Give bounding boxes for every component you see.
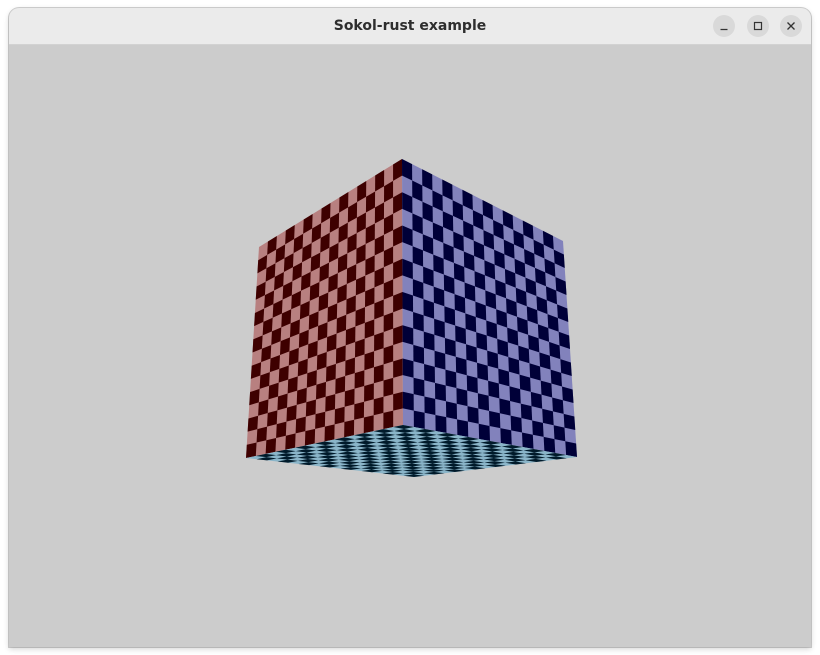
checker-square <box>354 370 365 389</box>
checker-square <box>489 410 501 429</box>
checker-square <box>477 362 489 381</box>
cube-render <box>246 159 577 477</box>
checker-square <box>435 414 447 433</box>
checker-square <box>364 383 374 402</box>
checker-square <box>276 421 287 438</box>
checker-square <box>373 364 384 384</box>
minimize-icon <box>720 28 728 31</box>
checker-square <box>565 441 577 457</box>
cube-face-left <box>246 159 403 458</box>
checker-square <box>413 311 424 332</box>
checker-square <box>265 437 277 454</box>
checker-square <box>363 415 374 434</box>
checker-square <box>434 382 446 402</box>
minimize-button[interactable] <box>713 15 735 37</box>
checker-square <box>325 394 336 412</box>
checker-square <box>256 426 268 443</box>
checker-square <box>445 369 457 389</box>
checker-square <box>413 410 425 429</box>
checker-square <box>434 350 446 370</box>
checker-square <box>522 432 534 449</box>
checker-square <box>345 357 355 377</box>
checker-square <box>305 399 316 417</box>
checker-square <box>520 403 533 421</box>
maximize-icon <box>753 21 763 31</box>
checker-square <box>477 393 490 411</box>
checker-square <box>530 391 543 409</box>
checker-square <box>509 386 521 404</box>
checker-square <box>510 415 522 433</box>
checker-square <box>335 376 346 395</box>
title-bar[interactable]: Sokol-rust example <box>9 8 811 45</box>
checker-square <box>315 411 326 429</box>
checker-square <box>324 424 335 442</box>
checker-square <box>315 381 326 400</box>
checker-square <box>532 420 544 437</box>
app-window: Sokol-rust example <box>9 8 811 647</box>
checker-square <box>488 380 500 399</box>
checker-square <box>553 425 566 442</box>
cube-face-right <box>402 159 577 457</box>
checker-square <box>424 396 436 415</box>
checker-square <box>478 423 490 441</box>
checker-square <box>444 337 456 357</box>
checker-square <box>285 433 296 450</box>
checker-square <box>402 325 414 345</box>
maximize-button[interactable] <box>747 15 769 37</box>
render-canvas[interactable] <box>9 45 811 647</box>
checker-square <box>413 377 425 397</box>
checker-square <box>393 358 403 378</box>
window-title: Sokol-rust example <box>333 18 487 34</box>
checker-square <box>499 398 511 416</box>
close-icon <box>787 22 795 30</box>
checker-square <box>373 396 384 416</box>
checker-square <box>542 408 554 426</box>
checker-square <box>383 345 394 365</box>
checker-square <box>424 364 435 383</box>
checker-square <box>383 410 394 430</box>
checker-square <box>423 331 435 351</box>
checker-square <box>466 375 478 394</box>
checker-square <box>334 406 345 425</box>
close-button[interactable] <box>780 15 802 37</box>
checker-square <box>402 358 414 378</box>
checker-square <box>456 388 468 407</box>
checker-square <box>374 331 384 352</box>
checker-square <box>457 419 469 437</box>
checker-square <box>344 419 355 438</box>
checker-square <box>383 377 394 397</box>
checker-square <box>295 416 306 434</box>
checker-square <box>413 344 425 365</box>
checker-square <box>467 406 479 424</box>
checker-square <box>304 428 316 446</box>
checker-square <box>286 404 297 422</box>
checker-square <box>354 401 365 420</box>
checker-square <box>402 391 414 411</box>
checker-square <box>543 436 556 453</box>
checker-square <box>246 442 257 458</box>
checker-square <box>563 413 576 430</box>
checker-square <box>393 391 403 411</box>
checker-square <box>455 356 467 376</box>
checker-square <box>445 401 458 420</box>
checker-square <box>344 388 355 407</box>
checker-square <box>500 428 512 445</box>
checker-square <box>364 351 375 371</box>
checker-square <box>393 325 403 346</box>
